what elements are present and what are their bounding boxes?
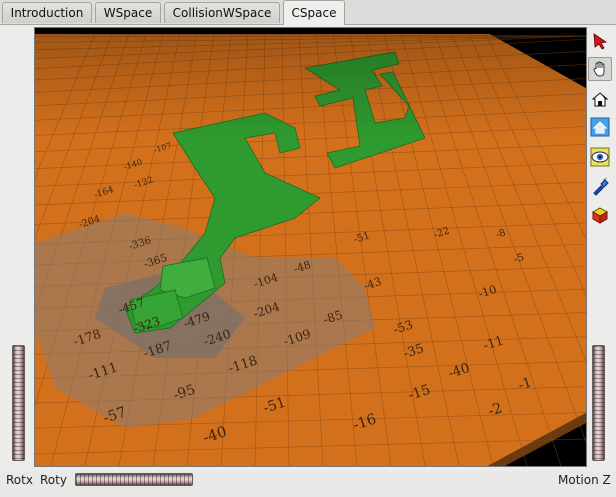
tab-wspace[interactable]: WSpace <box>95 2 161 23</box>
roty-label: Roty <box>40 473 67 487</box>
view-all-eye-icon <box>590 147 610 167</box>
motion-z-wheel-grip <box>593 346 604 460</box>
tab-collisionwspace[interactable]: CollisionWSpace <box>164 2 280 23</box>
view-home-button[interactable] <box>588 87 612 111</box>
motion-z-label: Motion Z <box>558 473 611 487</box>
rotx-wheel[interactable] <box>12 345 25 461</box>
roty-wheel[interactable] <box>75 473 193 486</box>
tab-introduction[interactable]: Introduction <box>2 2 92 23</box>
view-home-icon <box>591 92 609 107</box>
tab-cspace[interactable]: CSpace <box>283 0 345 25</box>
select-arrow-button[interactable] <box>588 29 612 53</box>
cspace-3d-viewport[interactable]: -40-57-95-111-118-16-51-187-178-240-323-… <box>34 27 587 467</box>
rotx-label: Rotx <box>6 473 33 487</box>
view-all-button[interactable] <box>588 145 612 169</box>
set-home-button[interactable] <box>588 115 612 139</box>
seek-flashlight-icon <box>593 178 609 196</box>
motion-z-wheel[interactable] <box>592 345 605 461</box>
pan-hand-button[interactable] <box>588 57 612 81</box>
viewer-toolbar <box>586 27 614 237</box>
select-arrow-icon <box>593 33 608 50</box>
pan-hand-icon <box>593 61 605 77</box>
tab-bar: Introduction WSpace CollisionWSpace CSpa… <box>0 0 616 25</box>
rotx-wheel-grip <box>13 346 24 460</box>
seek-button[interactable] <box>588 175 612 199</box>
roty-wheel-grip <box>76 474 192 485</box>
set-home-icon <box>590 117 610 137</box>
perspective-cube-icon <box>591 207 609 224</box>
cspace-grid-render: -40-57-95-111-118-16-51-187-178-240-323-… <box>35 28 586 466</box>
perspective-button[interactable] <box>588 203 612 227</box>
depth-fade <box>35 28 586 466</box>
